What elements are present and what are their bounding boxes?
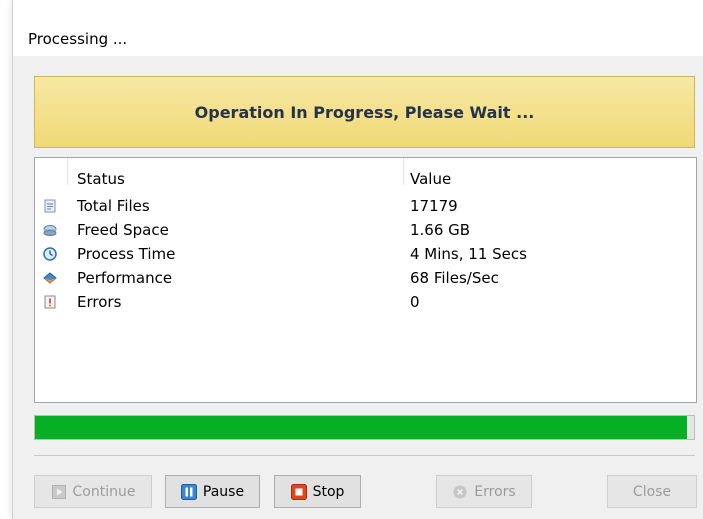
disk-icon [43, 223, 57, 237]
column-header-status[interactable]: Status [77, 170, 125, 188]
title-bar: Processing ... [13, 0, 703, 56]
list-item-performance[interactable]: Performance 68 Files/Sec [35, 268, 696, 292]
stat-value: 4 Mins, 11 Secs [410, 245, 527, 263]
status-banner: Operation In Progress, Please Wait ... [34, 76, 695, 148]
banner-text: Operation In Progress, Please Wait ... [194, 102, 535, 122]
pause-icon [180, 483, 197, 500]
stat-label: Performance [77, 269, 173, 287]
close-button[interactable]: Close [607, 475, 697, 508]
stat-label: Process Time [77, 245, 176, 263]
stat-value: 17179 [410, 197, 458, 215]
continue-button[interactable]: Continue [34, 475, 152, 508]
pause-button[interactable]: Pause [165, 475, 260, 508]
stop-button[interactable]: Stop [274, 475, 361, 508]
play-icon [51, 484, 67, 500]
divider [34, 455, 695, 456]
processing-dialog: Processing ... Operation In Progress, Pl… [12, 0, 703, 519]
progress-bar-fill [35, 416, 688, 439]
stat-label: Total Files [77, 197, 150, 215]
close-button-label: Close [632, 483, 672, 500]
error-icon [452, 484, 468, 500]
stats-list[interactable]: Status Value Total Files 17179 Freed Spa… [34, 157, 697, 403]
list-item-freed-space[interactable]: Freed Space 1.66 GB [35, 220, 696, 244]
stat-value: 0 [410, 293, 420, 311]
error-log-icon [43, 295, 57, 309]
speed-icon [43, 271, 57, 285]
list-item-errors[interactable]: Errors 0 [35, 292, 696, 316]
continue-button-label: Continue [72, 483, 136, 500]
progress-bar [34, 415, 695, 440]
stat-value: 68 Files/Sec [410, 269, 499, 287]
column-divider [403, 158, 404, 185]
stat-label: Errors [77, 293, 122, 311]
clock-icon [43, 247, 57, 261]
stop-icon [290, 483, 307, 500]
errors-button-label: Errors [474, 483, 516, 500]
pause-button-label: Pause [202, 483, 245, 500]
column-header-value[interactable]: Value [410, 170, 451, 188]
stop-button-label: Stop [312, 483, 345, 500]
stat-label: Freed Space [77, 221, 169, 239]
stat-value: 1.66 GB [410, 221, 471, 239]
list-item-total-files[interactable]: Total Files 17179 [35, 196, 696, 220]
window-title: Processing ... [28, 30, 128, 48]
document-icon [43, 199, 57, 213]
list-header: Status Value [35, 158, 696, 196]
column-divider [67, 158, 68, 185]
errors-button[interactable]: Errors [436, 475, 532, 508]
list-item-process-time[interactable]: Process Time 4 Mins, 11 Secs [35, 244, 696, 268]
